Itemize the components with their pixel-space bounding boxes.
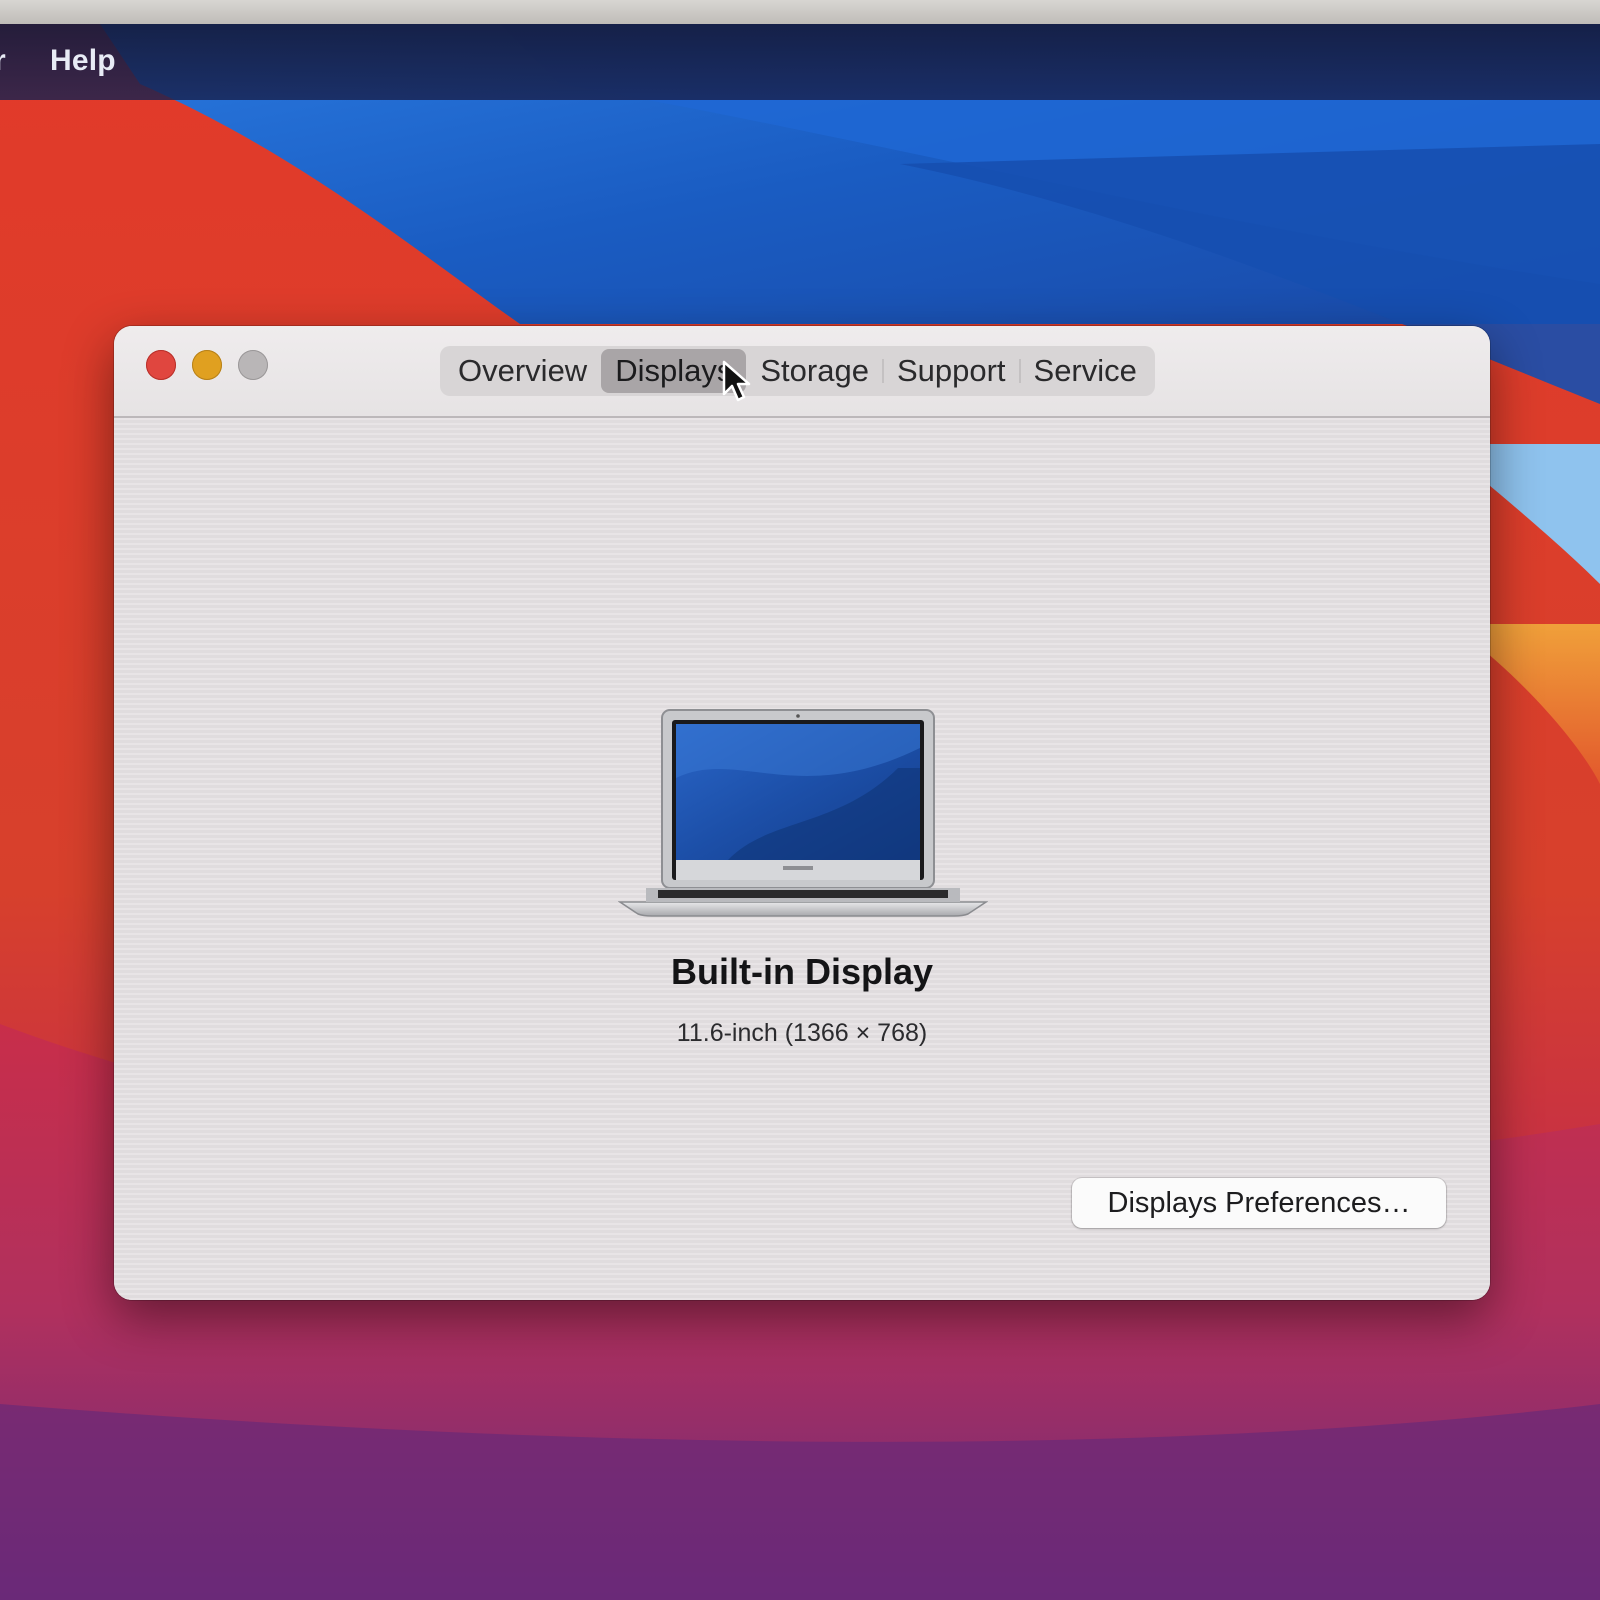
segmented-tab-bar: Overview Displays Storage Support Servic… [440,346,1155,396]
menu-bar: r Help [0,24,1600,100]
laptop-icon [618,709,988,917]
display-specification: 11.6-inch (1366 × 768) [676,1019,928,1047]
monitor-bezel [0,0,1600,24]
about-this-mac-window: Overview Displays Storage Support Servic… [114,326,1490,1300]
display-name: Built-in Display [670,951,934,992]
tab-service[interactable]: Service [1018,349,1151,393]
close-window-icon[interactable] [146,350,176,380]
tab-storage[interactable]: Storage [746,349,883,393]
arrow-cursor-icon [722,360,751,402]
tab-support[interactable]: Support [881,349,1020,393]
window-titlebar[interactable]: Overview Displays Storage Support Servic… [114,326,1490,418]
zoom-window-icon [238,350,268,380]
tab-overview[interactable]: Overview [444,349,601,393]
menu-item-help[interactable]: Help [50,44,116,78]
minimize-window-icon[interactable] [192,350,222,380]
menu-item-partial[interactable]: r [0,44,6,78]
displays-panel: Built-in Display 11.6-inch (1366 × 768) [114,418,1490,1300]
displays-preferences-button[interactable]: Displays Preferences… [1072,1178,1446,1228]
